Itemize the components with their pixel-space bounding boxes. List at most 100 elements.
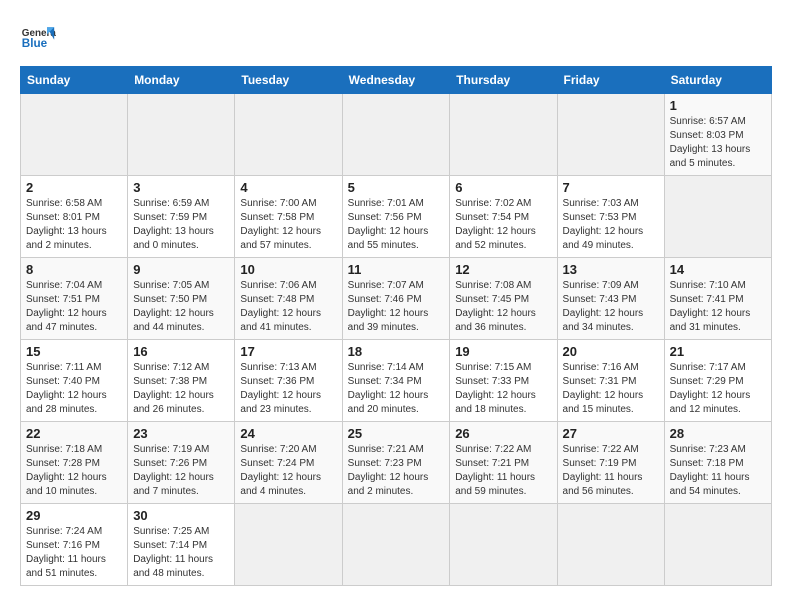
empty-cell	[128, 94, 235, 176]
day-number: 27	[563, 426, 659, 441]
empty-cell	[342, 94, 450, 176]
day-info: Sunrise: 7:22 AMSunset: 7:21 PMDaylight:…	[455, 443, 551, 499]
col-header-thursday: Thursday	[450, 67, 557, 94]
day-cell: 5Sunrise: 7:01 AMSunset: 7:56 PMDaylight…	[342, 176, 450, 258]
day-cell: 8 Sunrise: 7:04 AMSunset: 7:51 PMDaylight…	[21, 258, 128, 340]
day-cell: 29 Sunrise: 7:24 AMSunset: 7:16 PMDayligh…	[21, 504, 128, 586]
day-info: Sunrise: 7:23 AMSunset: 7:18 PMDaylight:…	[670, 443, 766, 499]
day-info: Sunrise: 7:10 AMSunset: 7:41 PMDaylight:…	[670, 279, 766, 335]
day-cell: 20 Sunrise: 7:16 AMSunset: 7:31 PMDayligh…	[557, 340, 664, 422]
day-cell: 6 Sunrise: 7:02 AMSunset: 7:54 PMDaylight…	[450, 176, 557, 258]
day-number: 16	[133, 344, 229, 359]
day-info: Sunrise: 7:07 AMSunset: 7:46 PMDaylight:…	[348, 279, 445, 335]
day-info: Sunrise: 7:03 AMSunset: 7:53 PMDaylight:…	[563, 197, 659, 253]
day-number: 6	[455, 180, 551, 195]
day-cell: 10Sunrise: 7:06 AMSunset: 7:48 PMDayligh…	[235, 258, 342, 340]
day-info: Sunrise: 7:12 AMSunset: 7:38 PMDaylight:…	[133, 361, 229, 417]
col-header-tuesday: Tuesday	[235, 67, 342, 94]
day-cell: 14 Sunrise: 7:10 AMSunset: 7:41 PMDayligh…	[664, 258, 771, 340]
day-info: Sunrise: 7:08 AMSunset: 7:45 PMDaylight:…	[455, 279, 551, 335]
day-cell: 15 Sunrise: 7:11 AMSunset: 7:40 PMDayligh…	[21, 340, 128, 422]
empty-cell	[450, 94, 557, 176]
day-cell: 24Sunrise: 7:20 AMSunset: 7:24 PMDayligh…	[235, 422, 342, 504]
day-info: Sunrise: 7:25 AMSunset: 7:14 PMDaylight:…	[133, 525, 229, 581]
day-info: Sunrise: 7:13 AMSunset: 7:36 PMDaylight:…	[240, 361, 336, 417]
calendar-row: 1Sunrise: 6:57 AMSunset: 8:03 PMDaylight…	[21, 94, 772, 176]
day-number: 7	[563, 180, 659, 195]
day-number: 5	[348, 180, 445, 195]
day-number: 24	[240, 426, 336, 441]
day-number: 2	[26, 180, 122, 195]
day-info: Sunrise: 7:24 AMSunset: 7:16 PMDaylight:…	[26, 525, 122, 581]
calendar-row: 8 Sunrise: 7:04 AMSunset: 7:51 PMDaylight…	[21, 258, 772, 340]
page-header: General Blue	[20, 20, 772, 56]
day-number: 12	[455, 262, 551, 277]
day-info: Sunrise: 6:59 AMSunset: 7:59 PMDaylight:…	[133, 197, 229, 253]
day-info: Sunrise: 7:16 AMSunset: 7:31 PMDaylight:…	[563, 361, 659, 417]
day-cell: 19Sunrise: 7:15 AMSunset: 7:33 PMDayligh…	[450, 340, 557, 422]
empty-cell	[557, 504, 664, 586]
empty-cell	[235, 94, 342, 176]
empty-cell	[342, 504, 450, 586]
logo-icon: General Blue	[20, 20, 56, 56]
day-cell: 13 Sunrise: 7:09 AMSunset: 7:43 PMDayligh…	[557, 258, 664, 340]
day-number: 28	[670, 426, 766, 441]
empty-cell	[450, 504, 557, 586]
day-info: Sunrise: 7:09 AMSunset: 7:43 PMDaylight:…	[563, 279, 659, 335]
day-info: Sunrise: 7:05 AMSunset: 7:50 PMDaylight:…	[133, 279, 229, 335]
day-number: 26	[455, 426, 551, 441]
day-number: 14	[670, 262, 766, 277]
day-info: Sunrise: 7:00 AMSunset: 7:58 PMDaylight:…	[240, 197, 336, 253]
day-info: Sunrise: 7:21 AMSunset: 7:23 PMDaylight:…	[348, 443, 445, 499]
day-info: Sunrise: 7:15 AMSunset: 7:33 PMDaylight:…	[455, 361, 551, 417]
day-info: Sunrise: 7:18 AMSunset: 7:28 PMDaylight:…	[26, 443, 122, 499]
day-number: 17	[240, 344, 336, 359]
day-number: 21	[670, 344, 766, 359]
day-number: 4	[240, 180, 336, 195]
day-info: Sunrise: 7:19 AMSunset: 7:26 PMDaylight:…	[133, 443, 229, 499]
day-cell: 26 Sunrise: 7:22 AMSunset: 7:21 PMDayligh…	[450, 422, 557, 504]
day-number: 25	[348, 426, 445, 441]
day-cell: 30 Sunrise: 7:25 AMSunset: 7:14 PMDayligh…	[128, 504, 235, 586]
empty-cell	[664, 176, 771, 258]
day-info: Sunrise: 7:11 AMSunset: 7:40 PMDaylight:…	[26, 361, 122, 417]
day-info: Sunrise: 7:14 AMSunset: 7:34 PMDaylight:…	[348, 361, 445, 417]
col-header-friday: Friday	[557, 67, 664, 94]
col-header-wednesday: Wednesday	[342, 67, 450, 94]
day-number: 20	[563, 344, 659, 359]
day-number: 30	[133, 508, 229, 523]
col-header-sunday: Sunday	[21, 67, 128, 94]
day-cell: 3 Sunrise: 6:59 AMSunset: 7:59 PMDaylight…	[128, 176, 235, 258]
day-cell: 22 Sunrise: 7:18 AMSunset: 7:28 PMDayligh…	[21, 422, 128, 504]
logo: General Blue	[20, 20, 56, 56]
empty-cell	[235, 504, 342, 586]
day-cell: 9Sunrise: 7:05 AMSunset: 7:50 PMDaylight…	[128, 258, 235, 340]
day-cell: 11 Sunrise: 7:07 AMSunset: 7:46 PMDayligh…	[342, 258, 450, 340]
day-info: Sunrise: 7:02 AMSunset: 7:54 PMDaylight:…	[455, 197, 551, 253]
col-header-saturday: Saturday	[664, 67, 771, 94]
day-info: Sunrise: 7:17 AMSunset: 7:29 PMDaylight:…	[670, 361, 766, 417]
day-number: 29	[26, 508, 122, 523]
day-number: 1	[670, 98, 766, 113]
day-number: 18	[348, 344, 445, 359]
day-cell: 17 Sunrise: 7:13 AMSunset: 7:36 PMDayligh…	[235, 340, 342, 422]
day-number: 15	[26, 344, 122, 359]
day-number: 23	[133, 426, 229, 441]
day-info: Sunrise: 7:04 AMSunset: 7:51 PMDaylight:…	[26, 279, 122, 335]
day-cell: 12 Sunrise: 7:08 AMSunset: 7:45 PMDayligh…	[450, 258, 557, 340]
day-number: 3	[133, 180, 229, 195]
calendar-row: 2Sunrise: 6:58 AMSunset: 8:01 PMDaylight…	[21, 176, 772, 258]
day-cell: 16 Sunrise: 7:12 AMSunset: 7:38 PMDayligh…	[128, 340, 235, 422]
day-number: 11	[348, 262, 445, 277]
empty-cell	[664, 504, 771, 586]
header-row: SundayMondayTuesdayWednesdayThursdayFrid…	[21, 67, 772, 94]
day-info: Sunrise: 7:22 AMSunset: 7:19 PMDaylight:…	[563, 443, 659, 499]
day-number: 8	[26, 262, 122, 277]
svg-text:Blue: Blue	[22, 37, 48, 50]
day-number: 22	[26, 426, 122, 441]
day-number: 10	[240, 262, 336, 277]
day-cell: 7 Sunrise: 7:03 AMSunset: 7:53 PMDaylight…	[557, 176, 664, 258]
day-cell: 18 Sunrise: 7:14 AMSunset: 7:34 PMDayligh…	[342, 340, 450, 422]
day-number: 13	[563, 262, 659, 277]
day-cell: 2Sunrise: 6:58 AMSunset: 8:01 PMDaylight…	[21, 176, 128, 258]
